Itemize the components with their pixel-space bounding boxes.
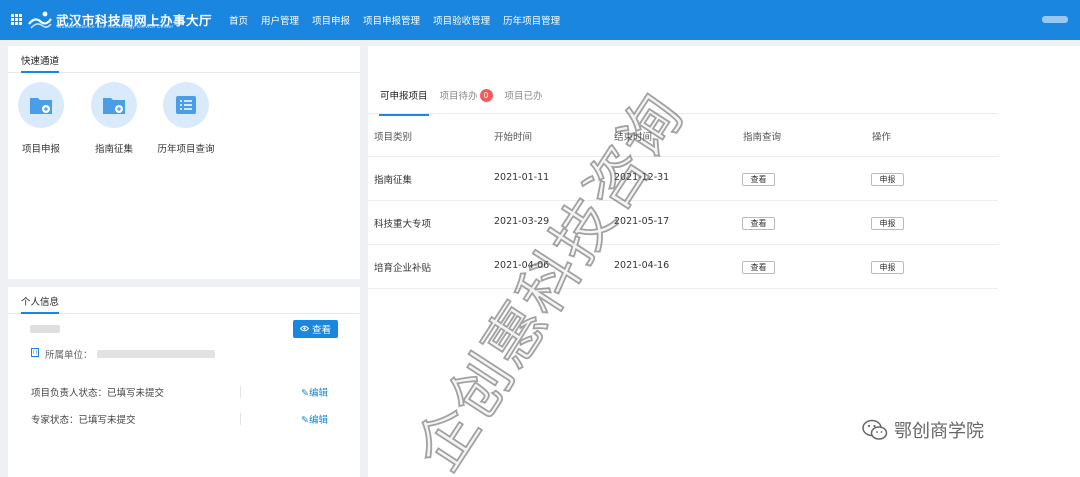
tab-label: 可申报项目: [380, 91, 428, 102]
nav-project-apply[interactable]: 项目申报: [312, 13, 350, 27]
nav-acceptance-management[interactable]: 项目验收管理: [433, 13, 490, 27]
edit-icon: ✎: [301, 415, 309, 426]
projects-table: 项目类别 开始时间 结束时间 指南查询 操作 指南征集 2021-01-11 2…: [368, 114, 998, 289]
cell-start: 2021-04-06: [494, 260, 550, 271]
edit-label: 编辑: [308, 415, 328, 426]
quick-item-label: 项目申报: [21, 144, 60, 155]
view-guide-button[interactable]: 查看: [742, 261, 775, 274]
main-nav: 首页 用户管理 项目申报 项目申报管理 项目验收管理 历年项目管理: [229, 0, 573, 40]
edit-icon: ✎: [301, 388, 309, 399]
org-row: 所属单位：: [31, 347, 215, 361]
table-header-row: 项目类别 开始时间 结束时间 指南查询 操作: [368, 114, 998, 157]
tab-label: 项目已办: [504, 91, 543, 102]
table-row: 科技重大专项 2021-03-29 2021-05-17 查看 申报: [368, 201, 998, 245]
cell-end: 2021-05-17: [614, 216, 670, 227]
cell-category: 指南征集: [374, 175, 413, 186]
header-underline: [21, 71, 59, 73]
apps-grid-icon[interactable]: [11, 14, 22, 25]
personal-info-panel: 个人信息 查看 所属单位： 项目负责人状态：已填写未提交 ✎编辑 专家状态：已填…: [8, 287, 360, 477]
cell-end: 2021-12-31: [614, 172, 670, 183]
view-profile-button[interactable]: 查看: [293, 320, 338, 338]
view-profile-label: 查看: [311, 325, 331, 336]
cell-category: 培育企业补贴: [374, 263, 432, 274]
view-guide-button[interactable]: 查看: [742, 217, 775, 230]
site-subtitle: Wuhan Science and Technology Service Cen…: [57, 25, 174, 30]
tab-available-projects[interactable]: 可申报项目: [379, 88, 429, 116]
col-header-action: 操作: [872, 132, 892, 143]
cell-start: 2021-03-29: [494, 216, 550, 227]
table-row: 指南征集 2021-01-11 2021-12-31 查看 申报: [368, 157, 998, 201]
projects-panel: 可申报项目 项目待办 0 项目已办 项目类别 开始时间 结束时间 指南查询 操作…: [368, 46, 1080, 477]
divider: [240, 413, 241, 425]
personal-info-header: 个人信息: [8, 287, 360, 314]
cell-end: 2021-04-16: [614, 260, 670, 271]
tab-pending-projects[interactable]: 项目待办 0: [440, 88, 493, 112]
table-row: 培育企业补贴 2021-04-06 2021-04-16 查看 申报: [368, 245, 998, 289]
user-menu[interactable]: [1042, 16, 1068, 23]
tab-label: 项目待办: [439, 91, 478, 102]
org-label: 所属单位：: [45, 350, 93, 361]
cell-category: 科技重大专项: [374, 219, 432, 230]
quick-access-title: 快速通道: [21, 56, 60, 67]
folder-add-icon: [18, 82, 64, 128]
nav-history-management[interactable]: 历年项目管理: [503, 13, 560, 27]
nav-home[interactable]: 首页: [229, 13, 248, 27]
header-underline: [21, 312, 59, 314]
nav-user-management[interactable]: 用户管理: [261, 13, 299, 27]
edit-expert-link[interactable]: ✎编辑: [301, 412, 328, 426]
col-header-category: 项目类别: [374, 132, 413, 143]
folder-add-icon: [91, 82, 137, 128]
project-tabs: 可申报项目 项目待办 0 项目已办: [379, 88, 555, 116]
expert-status: 专家状态：已填写未提交: [31, 415, 136, 426]
top-bar: 武汉市科技局网上办事大厅 Wuhan Science and Technolog…: [0, 0, 1080, 40]
eye-icon: [299, 324, 310, 335]
list-icon: [163, 82, 209, 128]
quick-access-header: 快速通道: [8, 46, 360, 73]
apply-button[interactable]: 申报: [871, 261, 904, 274]
quick-item-history-query[interactable]: 历年项目查询: [155, 82, 217, 155]
tab-done-projects[interactable]: 项目已办: [505, 88, 543, 112]
quick-item-guide-collection[interactable]: 指南征集: [83, 82, 145, 155]
divider: [240, 386, 241, 398]
col-header-start: 开始时间: [494, 132, 533, 143]
view-guide-button[interactable]: 查看: [742, 173, 775, 186]
pending-count-badge: 0: [479, 89, 493, 102]
apply-button[interactable]: 申报: [871, 173, 904, 186]
quick-access-panel: 快速通道 项目申报 指南征集 历年项目查询: [8, 46, 360, 279]
quick-item-label: 指南征集: [94, 144, 133, 155]
leader-status: 项目负责人状态：已填写未提交: [31, 388, 165, 399]
cell-start: 2021-01-11: [494, 172, 550, 183]
user-name-redacted: [30, 325, 60, 333]
personal-info-title: 个人信息: [21, 297, 60, 308]
edit-label: 编辑: [308, 388, 328, 399]
quick-item-project-apply[interactable]: 项目申报: [10, 82, 72, 155]
quick-item-label: 历年项目查询: [157, 144, 215, 155]
org-value-redacted: [96, 350, 215, 358]
apply-button[interactable]: 申报: [871, 217, 904, 230]
building-icon: [31, 348, 39, 360]
col-header-end: 结束时间: [614, 132, 653, 143]
col-header-guide: 指南查询: [743, 132, 782, 143]
edit-leader-link[interactable]: ✎编辑: [301, 385, 328, 399]
nav-apply-management[interactable]: 项目申报管理: [363, 13, 420, 27]
logo-icon: [28, 11, 52, 29]
